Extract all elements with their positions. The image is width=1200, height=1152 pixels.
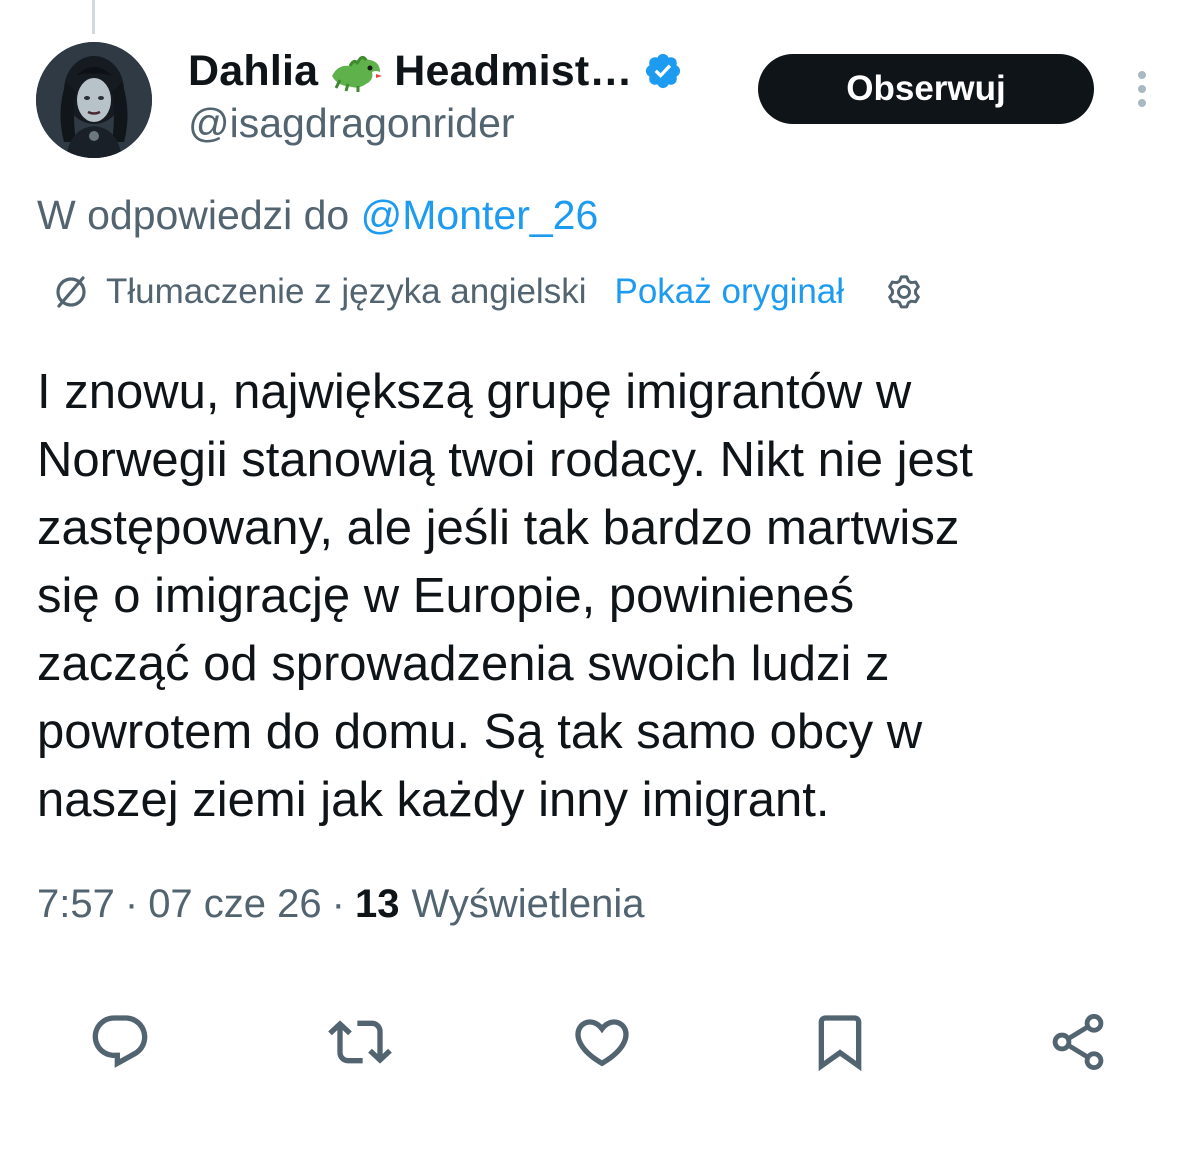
meta-separator: · — [124, 882, 139, 926]
action-bar — [0, 1010, 1200, 1080]
reply-icon[interactable] — [88, 1010, 152, 1074]
views-count: 13 — [354, 882, 400, 926]
author-name-row[interactable]: Dahlia Headmist… — [188, 46, 683, 96]
translation-row: Tłumaczenie z języka angielski Pokaż ory… — [50, 268, 926, 316]
translate-icon — [50, 271, 92, 313]
show-original-link[interactable]: Pokaż oryginał — [614, 272, 844, 312]
reply-mention-link[interactable]: @Monter_26 — [361, 192, 599, 238]
author-display-name[interactable]: Dahlia — [188, 47, 318, 96]
author-handle[interactable]: @isagdragonrider — [188, 100, 515, 147]
thread-line — [92, 0, 95, 34]
tweet-date[interactable]: 07 cze 26 — [148, 882, 321, 927]
gear-icon[interactable] — [882, 270, 926, 314]
tweet-meta: 7:57 · 07 cze 26 · 13 Wyświetlenia — [37, 882, 645, 927]
bookmark-icon[interactable] — [808, 1010, 872, 1074]
verified-badge-icon — [643, 51, 683, 91]
more-vertical-icon[interactable] — [1128, 68, 1156, 110]
tweet-time[interactable]: 7:57 — [37, 882, 115, 927]
follow-button[interactable]: Obserwuj — [758, 54, 1094, 124]
avatar-image — [36, 42, 152, 158]
reply-prefix: W odpowiedzi do — [37, 192, 350, 238]
share-icon[interactable] — [1046, 1010, 1110, 1074]
reply-context: W odpowiedzi do @Monter_26 — [37, 192, 598, 239]
meta-separator: · — [331, 882, 345, 926]
dragon-emoji-icon — [328, 50, 384, 92]
author-display-name-suffix[interactable]: Headmist… — [394, 47, 632, 96]
avatar[interactable] — [36, 42, 152, 158]
translation-label: Tłumaczenie z języka angielski — [106, 272, 587, 311]
retweet-icon[interactable] — [328, 1010, 392, 1074]
views-label: Wyświetlenia — [411, 882, 645, 926]
tweet-text: I znowu, największą grupę imigrantów w N… — [37, 365, 973, 827]
heart-icon[interactable] — [570, 1010, 634, 1074]
